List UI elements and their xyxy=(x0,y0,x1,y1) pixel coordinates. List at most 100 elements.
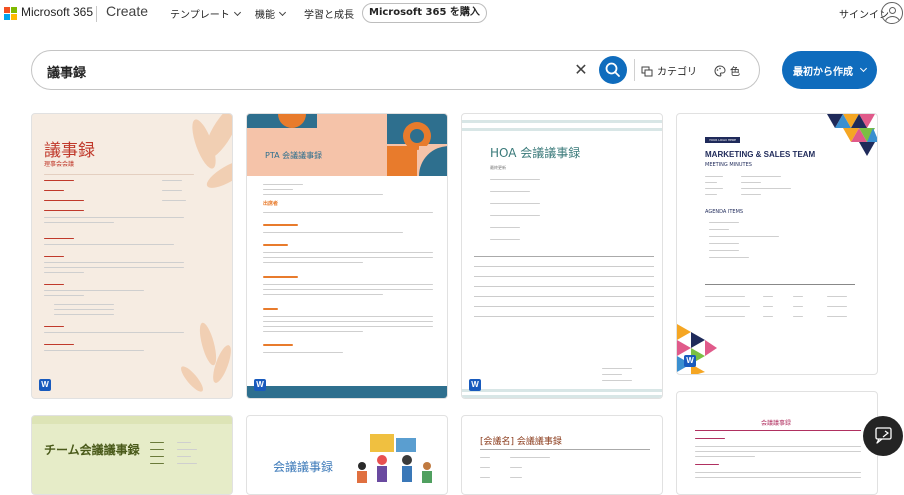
template-card-meeting-minutes-pink[interactable]: 会議議事録 xyxy=(676,391,878,495)
divider xyxy=(44,174,194,175)
text-line xyxy=(695,472,861,473)
text-line xyxy=(827,316,847,317)
card-subtitle: 最終更新 xyxy=(490,165,506,170)
text-line xyxy=(490,203,540,204)
text-line xyxy=(54,309,114,310)
create-link[interactable]: Create xyxy=(106,3,148,19)
text-line xyxy=(44,190,64,191)
header-divider xyxy=(96,6,97,22)
nav-templates-label: テンプレート xyxy=(170,10,230,21)
search-input[interactable]: 議事録 xyxy=(47,62,86,81)
create-from-scratch-button[interactable]: 最初から作成 xyxy=(782,51,877,89)
text-line xyxy=(705,188,723,189)
text-line xyxy=(150,442,164,443)
text-line xyxy=(741,182,761,183)
card-title: MARKETING & SALES TEAM xyxy=(705,150,816,159)
footer-stripe xyxy=(462,389,662,392)
template-card-meeting-name-minutes[interactable]: [会議名] 会議議事録 xyxy=(461,415,663,495)
word-icon: W xyxy=(469,379,481,391)
card-heading: AGENDA ITEMS xyxy=(705,209,744,215)
text-line xyxy=(263,276,298,278)
text-line xyxy=(490,179,540,180)
brand-name[interactable]: Microsoft 365 xyxy=(21,5,93,19)
feedback-button[interactable] xyxy=(863,416,903,456)
text-line xyxy=(44,326,64,327)
template-card-pta-minutes[interactable]: PTA 会議議事録 出席者 W xyxy=(246,113,448,399)
text-line xyxy=(263,184,303,185)
text-line xyxy=(695,446,861,447)
header-stripe xyxy=(462,120,662,123)
card-title: [会議名] 会議議事録 xyxy=(480,437,562,447)
template-card-hoa-minutes[interactable]: HOA 会議議事録 最終更新 W xyxy=(461,113,663,399)
text-line xyxy=(705,182,717,183)
text-line xyxy=(263,321,433,322)
category-label: カテゴリ xyxy=(657,67,697,78)
table-header-line xyxy=(705,284,855,285)
text-line xyxy=(44,344,74,345)
search-button[interactable] xyxy=(599,56,627,84)
text-line xyxy=(44,350,144,351)
color-filter-button[interactable]: 色 xyxy=(714,63,740,78)
buy-button[interactable]: Microsoft 365 を購入 xyxy=(362,3,487,23)
text-line xyxy=(263,344,293,346)
text-line xyxy=(44,217,184,218)
text-line xyxy=(709,222,739,223)
card-title: 会議議事録 xyxy=(761,420,792,427)
card-title: PTA 会議議事録 xyxy=(265,151,323,160)
text-line xyxy=(44,262,184,263)
text-line xyxy=(602,374,622,375)
text-line xyxy=(263,232,403,233)
microsoft-logo-icon[interactable] xyxy=(4,7,17,20)
text-line xyxy=(54,304,114,305)
text-line xyxy=(263,316,433,317)
logo-placeholder: YOUR LOGO HERE xyxy=(705,137,740,143)
chevron-down-icon xyxy=(278,8,287,16)
nav-features[interactable]: 機能 xyxy=(255,6,287,21)
text-line xyxy=(44,295,84,296)
text-line xyxy=(741,194,761,195)
people-illustration-icon xyxy=(357,434,432,483)
text-line xyxy=(150,456,164,457)
template-card-team-minutes[interactable]: チーム会議議事録 xyxy=(31,415,233,495)
text-line xyxy=(741,188,791,189)
category-filter-button[interactable]: カテゴリ xyxy=(641,63,697,78)
text-line xyxy=(490,239,520,240)
category-icon xyxy=(641,66,653,76)
nav-learning[interactable]: 学習と成長 xyxy=(304,6,354,21)
table-header-line xyxy=(474,256,654,257)
text-line xyxy=(44,222,114,223)
text-line xyxy=(44,244,174,245)
text-line xyxy=(162,190,182,191)
feedback-icon xyxy=(875,427,892,444)
clear-icon[interactable]: ✕ xyxy=(573,61,589,79)
card-subtitle: 理事会会議 xyxy=(44,161,75,168)
text-line xyxy=(44,238,74,239)
text-line xyxy=(263,262,363,263)
text-line xyxy=(480,467,490,468)
text-line xyxy=(44,267,184,268)
text-line xyxy=(177,456,191,457)
text-line xyxy=(480,457,490,458)
text-line xyxy=(695,477,861,478)
text-line xyxy=(44,180,74,181)
template-card-minutes[interactable]: 議事録 理事会会議 W xyxy=(31,113,233,399)
text-line xyxy=(705,306,750,307)
card-title: チーム会議議事録 xyxy=(44,443,140,457)
card-title: 議事録 xyxy=(44,141,95,161)
color-label: 色 xyxy=(730,67,740,78)
user-icon[interactable] xyxy=(881,2,903,24)
template-card-meeting-illustration[interactable]: 会議議事録 xyxy=(246,415,448,495)
card-title: 会議議事録 xyxy=(273,460,334,474)
word-icon: W xyxy=(39,379,51,391)
text-line xyxy=(44,290,144,291)
table-row xyxy=(474,276,654,277)
divider xyxy=(480,449,650,450)
template-card-marketing-minutes[interactable]: YOUR LOGO HERE MARKETING & SALES TEAM ME… xyxy=(676,113,878,375)
table-row xyxy=(474,266,654,267)
text-line xyxy=(763,316,773,317)
text-line xyxy=(263,352,343,353)
text-line xyxy=(263,252,433,253)
text-line xyxy=(709,243,739,244)
text-line xyxy=(510,457,550,458)
nav-templates[interactable]: テンプレート xyxy=(170,6,241,21)
